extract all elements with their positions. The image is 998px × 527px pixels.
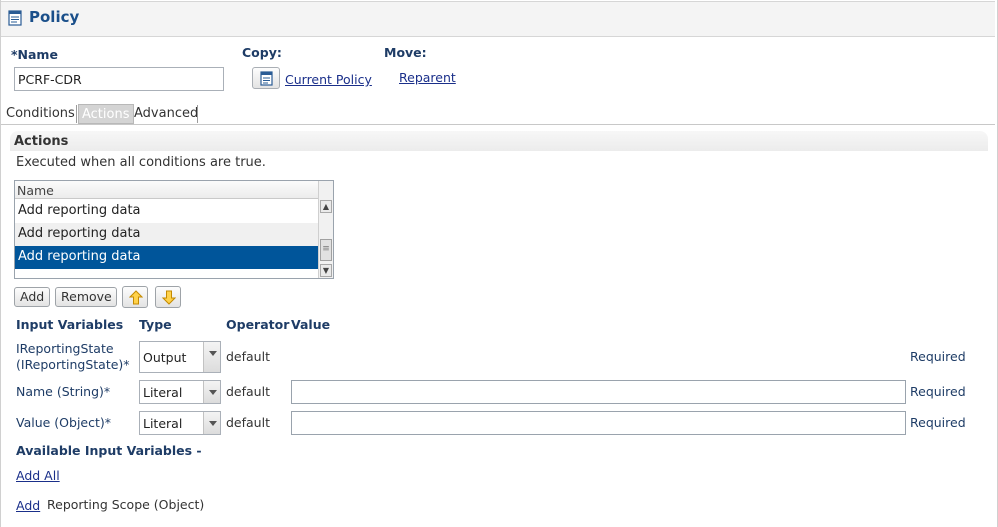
- actions-section-header: [10, 131, 988, 151]
- copy-button[interactable]: [252, 67, 280, 89]
- copy-document-icon: [260, 71, 273, 86]
- chevron-down-icon[interactable]: [203, 381, 220, 403]
- type-select-value: Output: [143, 350, 187, 365]
- move-down-button[interactable]: [155, 286, 181, 308]
- list-item-selected[interactable]: Add reporting data: [15, 246, 318, 269]
- type-select-value: Literal: [143, 385, 183, 400]
- name-field[interactable]: [14, 67, 224, 91]
- type-select[interactable]: Literal: [139, 380, 221, 404]
- list-header[interactable]: Name: [15, 181, 318, 199]
- tab-advanced[interactable]: Advanced: [131, 104, 201, 124]
- variable-label: IReportingState (IReportingState)*: [16, 341, 130, 372]
- list-scrollbar[interactable]: ▲ ≡ ▼: [318, 181, 333, 278]
- list-item[interactable]: Add reporting data: [15, 223, 318, 246]
- move-label: Move:: [384, 45, 427, 60]
- tab-separator: [76, 105, 77, 123]
- chevron-down-icon[interactable]: [203, 412, 220, 434]
- add-all-link[interactable]: Add All: [16, 468, 60, 483]
- current-policy-link[interactable]: Current Policy: [285, 72, 372, 87]
- arrow-up-icon: [129, 290, 143, 305]
- tab-conditions[interactable]: Conditions: [3, 104, 78, 124]
- scroll-down-icon[interactable]: ▼: [320, 264, 332, 277]
- col-value: Value: [291, 317, 331, 332]
- list-item[interactable]: Add reporting data: [15, 200, 318, 223]
- value-input[interactable]: [291, 411, 906, 435]
- required-label: Required: [910, 415, 966, 430]
- scroll-thumb[interactable]: ≡: [320, 239, 332, 261]
- document-icon: [8, 10, 22, 26]
- available-variables-title: Available Input Variables -: [16, 443, 202, 458]
- name-label: *Name: [11, 47, 58, 62]
- add-variable-link[interactable]: Add: [16, 498, 40, 513]
- type-select[interactable]: Literal: [139, 411, 221, 435]
- actions-section-title: Actions: [14, 134, 69, 149]
- scroll-up-icon[interactable]: ▲: [320, 200, 332, 213]
- type-select-value: Literal: [143, 416, 183, 431]
- col-type: Type: [139, 317, 172, 332]
- move-up-button[interactable]: [122, 286, 148, 308]
- operator-text: default: [226, 349, 270, 364]
- actions-description: Executed when all conditions are true.: [16, 155, 266, 170]
- col-operator: Operator: [226, 317, 290, 332]
- tab-divider: [1, 124, 995, 125]
- tab-actions[interactable]: Actions: [78, 104, 134, 124]
- required-label: Required: [910, 349, 966, 364]
- value-input[interactable]: [291, 380, 906, 404]
- arrow-down-icon: [162, 290, 176, 305]
- variable-label: Name (String)*: [16, 384, 111, 399]
- page-title: Policy: [29, 8, 80, 26]
- actions-list[interactable]: Name Add reporting data Add reporting da…: [14, 180, 334, 279]
- type-select[interactable]: Output: [139, 341, 221, 373]
- operator-text: default: [226, 415, 270, 430]
- variable-label: Value (Object)*: [16, 415, 112, 430]
- remove-action-button[interactable]: Remove: [55, 287, 117, 307]
- add-action-button[interactable]: Add: [14, 287, 50, 307]
- tab-separator: [197, 105, 198, 123]
- chevron-down-icon[interactable]: [203, 342, 220, 372]
- reparent-link[interactable]: Reparent: [399, 70, 456, 85]
- available-variable-name: Reporting Scope (Object): [47, 497, 205, 512]
- operator-text: default: [226, 384, 270, 399]
- title-bar: [1, 1, 995, 37]
- required-label: Required: [910, 384, 966, 399]
- col-input-variables: Input Variables: [16, 317, 124, 332]
- copy-label: Copy:: [242, 45, 282, 60]
